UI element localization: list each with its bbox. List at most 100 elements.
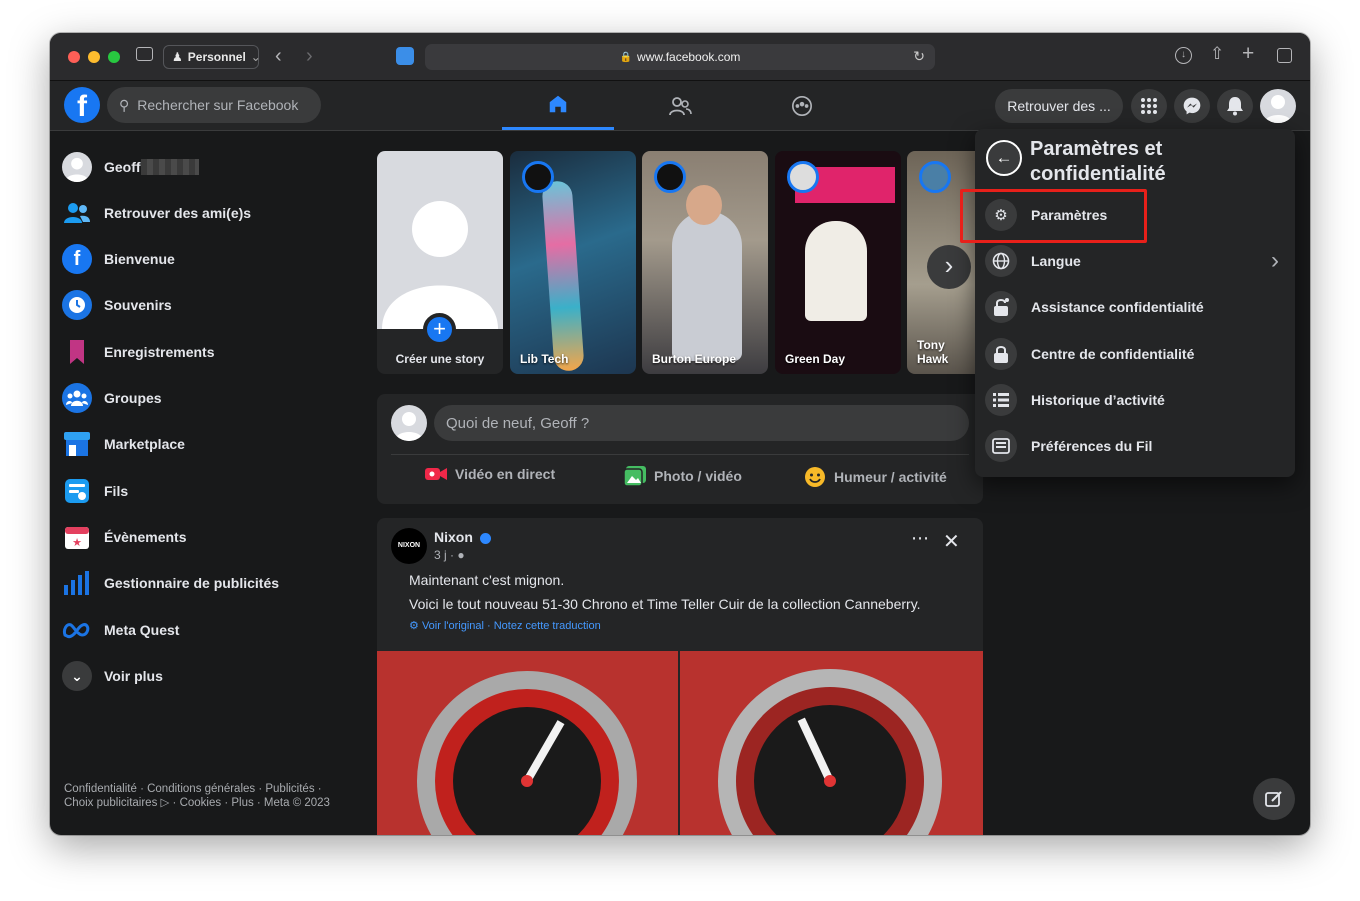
- minimize-window-button[interactable]: [88, 51, 100, 63]
- sidebar-item-profile[interactable]: Geoff: [62, 147, 362, 187]
- zoom-window-button[interactable]: [108, 51, 120, 63]
- stories-next-button[interactable]: ›: [927, 245, 971, 289]
- close-icon[interactable]: ✕: [943, 529, 960, 554]
- menu-item-language[interactable]: Langue ›: [985, 239, 1285, 283]
- action-label: Humeur / activité: [834, 469, 947, 485]
- groups-icon: [62, 383, 92, 413]
- story-face-image: [686, 185, 722, 225]
- story-name: Tony Hawk: [917, 338, 949, 366]
- download-icon[interactable]: ↓: [1175, 47, 1192, 64]
- sidebar-item-label: Gestionnaire de publicités: [104, 575, 280, 591]
- post-author-avatar[interactable]: NIXON: [391, 528, 427, 564]
- menu-item-label: Préférences du Fil: [1031, 438, 1153, 454]
- sidebar-item-label: Enregistrements: [104, 344, 215, 360]
- tab-groups[interactable]: [746, 81, 858, 130]
- menu-button[interactable]: [1131, 89, 1167, 123]
- create-story-card[interactable]: + Créer une story: [377, 151, 503, 374]
- new-tab-icon[interactable]: +: [1242, 42, 1254, 66]
- post-image-right[interactable]: [680, 651, 983, 835]
- story-avatar: [919, 161, 951, 193]
- verified-badge-icon: [479, 532, 491, 544]
- post-timestamp[interactable]: 3 j · ●: [434, 548, 465, 562]
- sidebar-item-ads-manager[interactable]: Gestionnaire de publicités: [62, 563, 362, 603]
- sidebar-item-welcome[interactable]: f Bienvenue: [62, 239, 362, 279]
- menu-item-privacy-checkup[interactable]: Assistance confidentialité: [985, 285, 1285, 329]
- grid-menu-icon: [1141, 98, 1157, 114]
- sidebar-item-events[interactable]: ★ Évènements: [62, 517, 362, 557]
- sidebar-item-label: Geoff: [104, 159, 141, 175]
- menu-item-label: Centre de confidentialité: [1031, 346, 1195, 362]
- find-friends-button[interactable]: Retrouver des ...: [995, 89, 1123, 123]
- lock-assist-icon: [985, 291, 1017, 323]
- sidebar-item-label: Bienvenue: [104, 251, 175, 267]
- profile-label: Personnel: [187, 50, 246, 64]
- menu-item-activity-log[interactable]: Historique d’activité: [985, 378, 1285, 422]
- forward-icon[interactable]: ›: [306, 45, 313, 68]
- sidebar-item-saved[interactable]: Enregistrements: [62, 332, 362, 372]
- sidebar-item-marketplace[interactable]: Marketplace: [62, 424, 362, 464]
- live-video-button[interactable]: Vidéo en direct: [425, 466, 555, 482]
- story-snowboard-image: [541, 180, 585, 372]
- menu-item-label: Historique d’activité: [1031, 392, 1165, 408]
- sidebar-item-feeds[interactable]: Fils: [62, 471, 362, 511]
- tabs-icon[interactable]: [1277, 48, 1292, 63]
- avatar: [62, 152, 92, 182]
- sidebar-item-find-friends[interactable]: Retrouver des ami(e)s: [62, 193, 362, 233]
- post-composer: Quoi de neuf, Geoff ? Vidéo en direct Ph…: [377, 394, 983, 504]
- lock-icon: 🔒: [619, 51, 633, 63]
- translation-note[interactable]: ⚙ Voir l'original · Notez cette traducti…: [409, 619, 601, 632]
- post-author-label: Nixon: [434, 529, 473, 545]
- composer-input[interactable]: Quoi de neuf, Geoff ?: [434, 405, 969, 441]
- story-card[interactable]: Lib Tech: [510, 151, 636, 374]
- notifications-button[interactable]: [1217, 89, 1253, 123]
- back-icon[interactable]: ‹: [275, 45, 282, 68]
- sidebar-item-memories[interactable]: Souvenirs: [62, 285, 362, 325]
- facebook-icon: f: [62, 244, 92, 274]
- sidebar-item-meta-quest[interactable]: Meta Quest: [62, 610, 362, 650]
- post-author-name[interactable]: Nixon: [434, 529, 491, 545]
- facebook-header: f ⚲ Rechercher sur Facebook Retrouver de…: [50, 81, 1310, 131]
- story-avatar: [654, 161, 686, 193]
- share-icon[interactable]: ⇧: [1210, 44, 1224, 64]
- friends-icon: [669, 96, 692, 115]
- new-message-button[interactable]: [1253, 778, 1295, 820]
- story-poster-art: [805, 221, 867, 321]
- close-window-button[interactable]: [68, 51, 80, 63]
- menu-item-feed-preferences[interactable]: Préférences du Fil: [985, 424, 1285, 468]
- footer-links[interactable]: Confidentialité · Conditions générales ·…: [64, 782, 344, 810]
- extension-icon[interactable]: [396, 47, 414, 65]
- address-bar[interactable]: 🔒 www.facebook.com ↻: [425, 44, 935, 70]
- lock-icon: [985, 338, 1017, 370]
- messenger-button[interactable]: [1174, 89, 1210, 123]
- redacted-name-block: [140, 159, 199, 175]
- tab-friends[interactable]: [624, 81, 736, 130]
- post-image-left[interactable]: [377, 651, 678, 835]
- post-text-line-2: Voici le tout nouveau 51-30 Chrono et Ti…: [409, 596, 921, 612]
- sidebar-item-groups[interactable]: Groupes: [62, 378, 362, 418]
- menu-item-privacy-center[interactable]: Centre de confidentialité: [985, 332, 1285, 376]
- feed-prefs-icon: [985, 430, 1017, 462]
- reload-icon[interactable]: ↻: [913, 48, 925, 65]
- facebook-logo[interactable]: f: [64, 87, 100, 123]
- story-card[interactable]: Green Day: [775, 151, 901, 374]
- sidebar-item-see-more[interactable]: ⌄ Voir plus: [62, 656, 362, 696]
- profile-button[interactable]: ♟ Personnel ⌄: [163, 45, 261, 69]
- calendar-icon: ★: [62, 522, 92, 552]
- friends-icon: [62, 198, 92, 228]
- account-avatar-button[interactable]: [1260, 89, 1296, 123]
- tab-home[interactable]: [502, 81, 614, 130]
- action-label: Vidéo en direct: [455, 466, 556, 482]
- browser-window: ♟ Personnel ⌄ ‹ › 🔒 www.facebook.com ↻ ↓…: [50, 33, 1310, 835]
- groups-icon: [792, 95, 812, 116]
- photo-video-button[interactable]: Photo / vidéo: [624, 466, 742, 486]
- back-button[interactable]: ←: [986, 140, 1022, 176]
- feeling-activity-button[interactable]: Humeur / activité: [804, 466, 947, 488]
- story-avatar-placeholder: [377, 151, 503, 329]
- sidebar-icon[interactable]: [136, 47, 153, 61]
- search-input[interactable]: ⚲ Rechercher sur Facebook: [107, 87, 321, 123]
- url-text: www.facebook.com: [637, 50, 741, 64]
- more-options-icon[interactable]: ⋯: [911, 528, 930, 549]
- highlight-annotation: [960, 189, 1147, 243]
- menu-item-label: Langue: [1031, 253, 1081, 269]
- story-card[interactable]: Burton Europe: [642, 151, 768, 374]
